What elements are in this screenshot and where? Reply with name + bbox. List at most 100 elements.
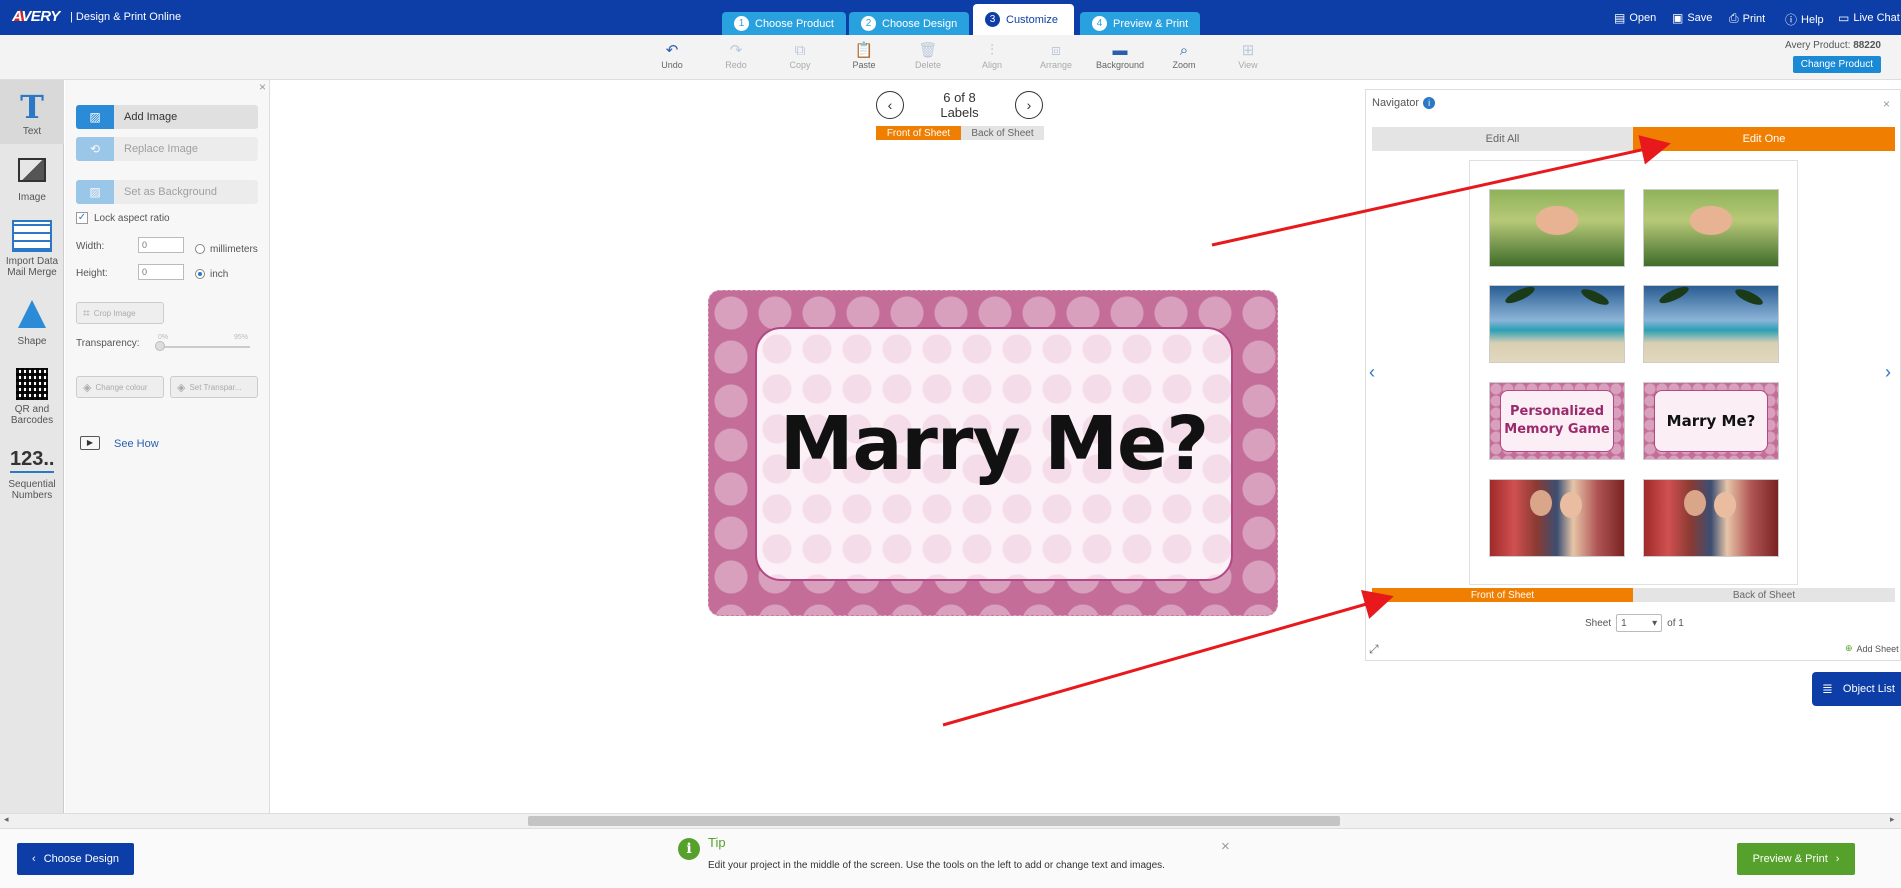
inch-radio[interactable] <box>195 269 205 279</box>
replace-icon: ⟲ <box>76 137 114 161</box>
add-image-button[interactable]: ▨ Add Image <box>76 105 258 129</box>
delete-icon: 🗑 <box>918 42 938 59</box>
navigator-prev-icon[interactable]: ‹ <box>1369 362 1375 383</box>
chevron-left-icon: ‹ <box>32 853 36 865</box>
navigator-close-icon[interactable]: × <box>1883 97 1890 111</box>
sheet-select[interactable]: 1 ▾ <box>1616 614 1663 632</box>
thumbnail-6[interactable]: Marry Me? <box>1643 382 1779 460</box>
step-preview-print[interactable]: 4 Preview & Print <box>1080 12 1201 35</box>
set-background-button[interactable]: ▨ Set as Background <box>76 180 258 204</box>
step-customize[interactable]: 3 Customize <box>973 4 1074 35</box>
millimeters-radio[interactable] <box>195 244 205 254</box>
scrollbar-thumb[interactable] <box>528 816 1340 826</box>
thumbnail-3[interactable] <box>1489 285 1625 363</box>
chat-icon: ▭ <box>1838 11 1850 25</box>
rail-qr-barcodes[interactable]: QR and Barcodes <box>0 368 64 426</box>
canvas-front-of-sheet-tab[interactable]: Front of Sheet <box>876 126 961 140</box>
replace-image-button[interactable]: ⟲ Replace Image <box>76 137 258 161</box>
canvas-back-of-sheet-tab[interactable]: Back of Sheet <box>961 126 1044 140</box>
copy-icon: ⧉ <box>794 42 806 59</box>
transparency-slider-handle[interactable] <box>155 341 165 351</box>
grid-icon: ⊞ <box>1241 42 1255 59</box>
live-chat-link[interactable]: ▭ Live Chat <box>1838 11 1900 25</box>
edit-one-tab[interactable]: Edit One <box>1633 127 1895 151</box>
width-label: Width: <box>76 241 105 252</box>
thumbnail-4[interactable] <box>1643 285 1779 363</box>
navigator-front-of-sheet-tab[interactable]: Front of Sheet <box>1372 588 1633 602</box>
info-icon[interactable]: i <box>1423 97 1436 109</box>
transparency-slider[interactable] <box>158 346 250 348</box>
preview-print-button[interactable]: Preview & Print › <box>1737 843 1855 875</box>
undo-icon: ↶ <box>665 42 679 59</box>
add-sheet-icon: ⊕ <box>1845 643 1853 653</box>
delete-button[interactable]: 🗑 Delete <box>898 42 958 70</box>
height-input[interactable]: 0 <box>138 264 184 280</box>
transparency-label: Transparency: <box>76 338 140 349</box>
background-icon: ▬ <box>1112 42 1128 59</box>
thumbnail-2[interactable] <box>1643 189 1779 267</box>
help-link[interactable]: ⓘ Help <box>1785 11 1824 28</box>
layers-icon: ≣ <box>1822 681 1833 696</box>
change-product-button[interactable]: Change Product <box>1792 56 1881 73</box>
rail-sequential-numbers[interactable]: 123.. Sequential Numbers <box>0 448 64 501</box>
product-info: Avery Product: 88220 <box>1785 40 1881 51</box>
tip-title: Tip <box>708 835 726 850</box>
print-link[interactable]: ⎙ Print <box>1729 11 1765 26</box>
undo-button[interactable]: ↶ Undo <box>642 42 702 70</box>
millimeters-label: millimeters <box>210 244 258 255</box>
label-thumbnails: Personalized Memory Game Marry Me? <box>1469 160 1798 585</box>
open-link[interactable]: ▤ Open <box>1614 11 1656 25</box>
view-button[interactable]: ⊞ View <box>1218 42 1278 70</box>
choose-design-button[interactable]: ‹ Choose Design <box>17 843 134 875</box>
navigator-back-of-sheet-tab[interactable]: Back of Sheet <box>1633 588 1895 602</box>
thumbnail-8[interactable] <box>1643 479 1779 557</box>
lock-aspect-checkbox[interactable]: ✓ Lock aspect ratio <box>76 212 170 224</box>
expand-icon[interactable]: ⤢ <box>1369 642 1379 657</box>
thumbnail-7[interactable] <box>1489 479 1625 557</box>
see-how-link[interactable]: See How <box>114 438 159 450</box>
avery-logo[interactable]: AVERY <box>8 5 64 29</box>
paste-icon: 📋 <box>854 42 874 59</box>
label-inner-frame: Marry Me? <box>755 327 1233 581</box>
label-page-indicator: 6 of 8 Labels <box>940 90 979 120</box>
zoom-icon: ⌕ <box>1179 42 1189 59</box>
scroll-right-icon[interactable]: ▸ <box>1890 814 1895 825</box>
change-colour-button[interactable]: ◈ Change colour <box>76 376 164 398</box>
object-list-button[interactable]: ≣ Object List <box>1812 672 1901 706</box>
set-transparent-button[interactable]: ◈ Set Transpar... <box>170 376 258 398</box>
crop-image-button[interactable]: ⌗ Crop Image <box>76 302 164 324</box>
thumbnail-1[interactable] <box>1489 189 1625 267</box>
chevron-right-icon: › <box>1835 853 1840 865</box>
scroll-left-icon[interactable]: ◂ <box>4 814 9 825</box>
add-sheet-button[interactable]: ⊕ Add Sheet <box>1845 643 1899 654</box>
transparent-icon: ◈ <box>177 381 186 394</box>
rail-import-data[interactable]: Import Data Mail Merge <box>0 220 64 278</box>
label-text[interactable]: Marry Me? <box>757 401 1231 487</box>
arrange-button[interactable]: ⧈ Arrange <box>1026 42 1086 70</box>
rail-shape[interactable]: Shape <box>0 300 64 347</box>
play-video-icon[interactable]: ▶ <box>80 436 100 450</box>
thumbnail-6-text: Marry Me? <box>1654 390 1768 452</box>
panel-close-icon[interactable]: × <box>259 80 266 94</box>
background-button[interactable]: ▬ Background <box>1090 42 1150 70</box>
paste-button[interactable]: 📋 Paste <box>834 42 894 70</box>
width-input[interactable]: 0 <box>138 237 184 253</box>
step-choose-product[interactable]: 1 Choose Product <box>722 12 846 35</box>
chevron-right-icon: › <box>1026 97 1032 113</box>
copy-button[interactable]: ⧉ Copy <box>770 42 830 70</box>
redo-button[interactable]: ↷ Redo <box>706 42 766 70</box>
thumbnail-5[interactable]: Personalized Memory Game <box>1489 382 1625 460</box>
next-label-button[interactable]: › <box>1015 91 1043 119</box>
align-button[interactable]: ⫶ Align <box>962 42 1022 70</box>
step-choose-design[interactable]: 2 Choose Design <box>849 12 970 35</box>
tip-close-icon[interactable]: × <box>1221 838 1230 855</box>
tip-text: Edit your project in the middle of the s… <box>708 860 1165 871</box>
label-card[interactable]: Marry Me? <box>708 290 1278 616</box>
edit-all-tab[interactable]: Edit All <box>1372 127 1633 151</box>
rail-image[interactable]: Image <box>0 158 64 203</box>
zoom-button[interactable]: ⌕ Zoom <box>1154 42 1214 70</box>
save-link[interactable]: ▣ Save <box>1672 11 1712 25</box>
navigator-next-icon[interactable]: › <box>1885 362 1891 383</box>
numbers-icon: 123.. <box>10 448 54 473</box>
rail-text[interactable]: T Text <box>0 88 64 137</box>
